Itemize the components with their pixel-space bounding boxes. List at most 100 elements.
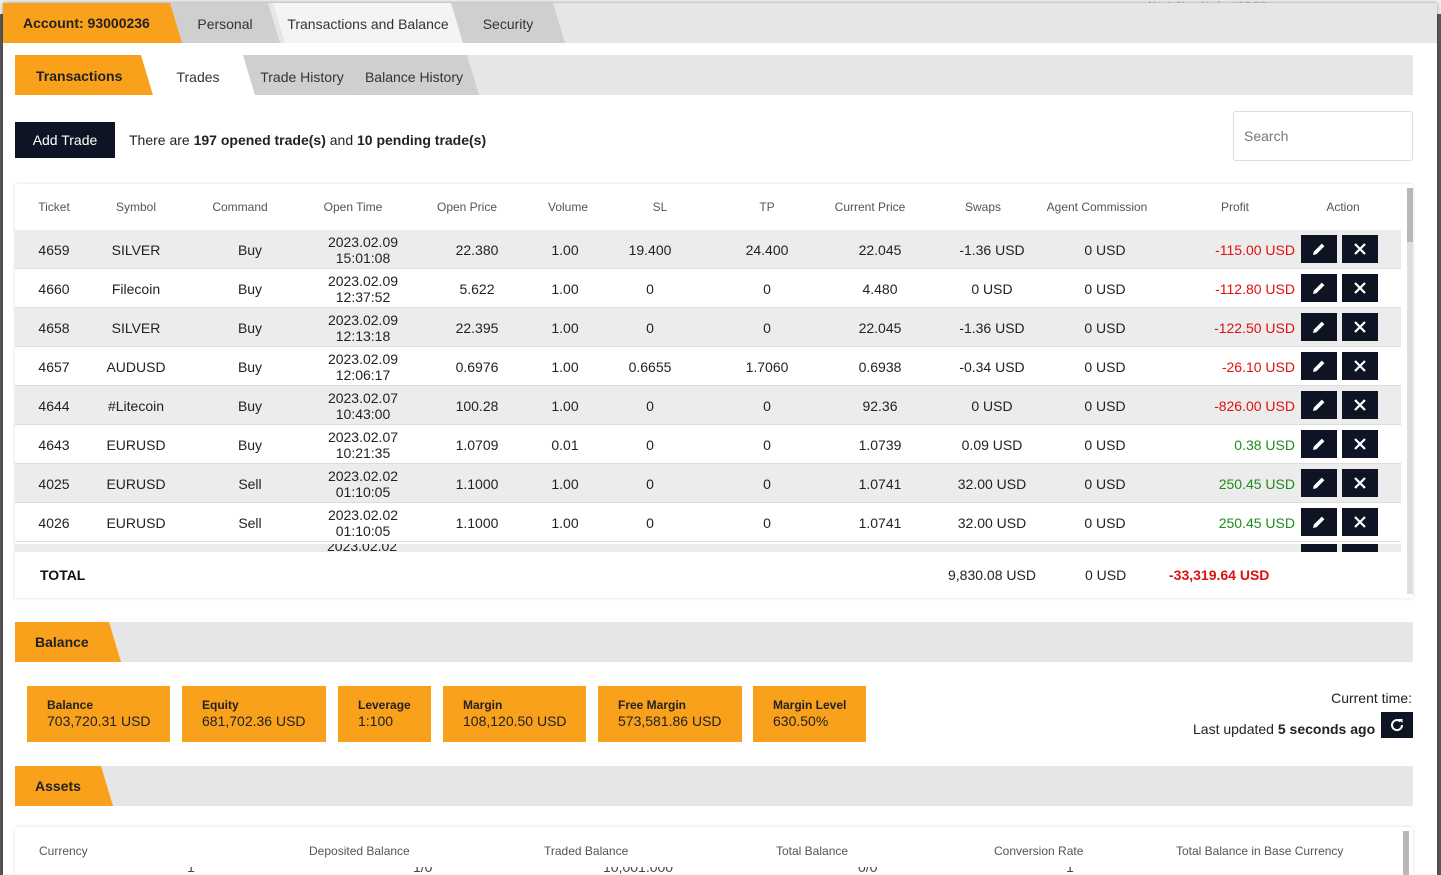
search-input[interactable] xyxy=(1233,111,1413,161)
cell-command: Sell xyxy=(238,475,262,492)
col-action[interactable]: Action xyxy=(1299,184,1387,230)
tab-personal[interactable]: Personal xyxy=(170,3,280,43)
open-time: 10:43:00 xyxy=(335,405,391,422)
cell-open-time: 2023.02.09 15:01:08 xyxy=(313,230,413,269)
delete-button-partial[interactable] xyxy=(1342,544,1378,552)
pencil-icon xyxy=(1313,477,1325,489)
delete-trade-button[interactable] xyxy=(1342,508,1378,536)
col-open-price[interactable]: Open Price xyxy=(415,184,519,230)
cell-sl: 0 xyxy=(646,475,654,492)
table-scrollbar[interactable] xyxy=(1407,188,1413,594)
delete-trade-button[interactable] xyxy=(1342,274,1378,302)
cell-tp: 0 xyxy=(763,475,771,492)
edit-trade-button[interactable] xyxy=(1301,274,1337,302)
col-profit[interactable]: Profit xyxy=(1175,184,1295,230)
cell-commission: 0 USD xyxy=(1084,241,1126,258)
col-current-price[interactable]: Current Price xyxy=(820,184,920,230)
cell-swaps: -0.34 USD xyxy=(959,358,1025,375)
cell-symbol: SILVER xyxy=(111,319,161,336)
cell-symbol: #Litecoin xyxy=(107,397,165,414)
leverage-card: Leverage 1:100 xyxy=(338,686,431,742)
margin-level-card: Margin Level 630.50% xyxy=(753,686,866,742)
tab-balance-history[interactable]: Balance History xyxy=(349,55,479,95)
edit-trade-button[interactable] xyxy=(1301,469,1337,497)
cell-current-price: 0.6938 xyxy=(858,358,902,375)
cell-tp: 0 xyxy=(763,280,771,297)
col-volume[interactable]: Volume xyxy=(525,184,611,230)
cell-tp: 0 xyxy=(763,436,771,453)
cell-symbol: EURUSD xyxy=(106,514,166,531)
col-tp[interactable]: TP xyxy=(715,184,819,230)
assets-partial-value: 1 xyxy=(1066,867,1074,875)
cell-sl: 0 xyxy=(646,436,654,453)
assets-section-header: Assets xyxy=(15,766,1413,806)
cell-open-time: 2023.02.07 10:43:00 xyxy=(313,386,413,425)
equity-card: Equity 681,702.36 USD xyxy=(182,686,326,742)
cell-ticket: 4644 xyxy=(38,397,70,414)
edit-trade-button[interactable] xyxy=(1301,430,1337,458)
cell-ticket: 4025 xyxy=(38,475,70,492)
edit-trade-button[interactable] xyxy=(1301,313,1337,341)
card-value: 1:100 xyxy=(358,713,394,729)
cell-symbol: SILVER xyxy=(111,241,161,258)
tab-security[interactable]: Security xyxy=(451,3,565,43)
open-time: 12:37:52 xyxy=(335,288,391,305)
edit-trade-button[interactable] xyxy=(1301,391,1337,419)
assets-scrollbar[interactable] xyxy=(1403,831,1409,875)
delete-trade-button[interactable] xyxy=(1342,352,1378,380)
col-agent-commission[interactable]: Agent Commission xyxy=(1045,184,1149,230)
edit-button-partial[interactable] xyxy=(1301,544,1337,552)
delete-trade-button[interactable] xyxy=(1342,430,1378,458)
col-symbol[interactable]: Symbol xyxy=(93,184,179,230)
col-open-time[interactable]: Open Time xyxy=(303,184,403,230)
col-ticket[interactable]: Ticket xyxy=(15,184,93,230)
delete-trade-button[interactable] xyxy=(1342,313,1378,341)
summary-mid: and xyxy=(329,132,354,148)
cell-ticket: 4026 xyxy=(38,514,70,531)
cell-swaps: 0 USD xyxy=(971,397,1013,414)
pencil-icon xyxy=(1313,360,1325,372)
open-date: 2023.02.09 xyxy=(327,272,399,289)
card-label: Balance xyxy=(47,698,94,712)
table-scrollbar-thumb[interactable] xyxy=(1407,188,1413,242)
cell-commission: 0 USD xyxy=(1084,280,1126,297)
close-icon xyxy=(1354,282,1366,294)
refresh-button[interactable] xyxy=(1381,712,1413,738)
tab-trade-history[interactable]: Trade History xyxy=(243,55,361,95)
edit-trade-button[interactable] xyxy=(1301,352,1337,380)
tab-transactions-and-balance[interactable]: Transactions and Balance xyxy=(273,3,463,43)
edit-trade-button[interactable] xyxy=(1301,235,1337,263)
col-swaps[interactable]: Swaps xyxy=(933,184,1033,230)
add-trade-button[interactable]: Add Trade xyxy=(15,122,115,158)
card-value: 703,720.31 USD xyxy=(47,713,151,729)
assets-col-traded-balance: Traded Balance xyxy=(544,844,629,858)
col-command[interactable]: Command xyxy=(193,184,287,230)
open-time: 12:06:17 xyxy=(335,366,391,383)
delete-trade-button[interactable] xyxy=(1342,235,1378,263)
summary-prefix: There are xyxy=(129,132,190,148)
col-sl[interactable]: SL xyxy=(610,184,710,230)
cell-profit: -122.50 USD xyxy=(1214,319,1295,336)
open-time: 01:10:05 xyxy=(335,483,391,500)
table-row: 4658 SILVER Buy 2023.02.09 12:13:18 22.395 1.0… xyxy=(15,308,1401,347)
tab-trades[interactable]: Trades xyxy=(141,55,255,95)
cell-swaps: 32.00 USD xyxy=(957,475,1027,492)
sub-tab-bar: Transactions Trades Trade History Balanc… xyxy=(15,55,1413,95)
open-date: 2023.02.07 xyxy=(327,428,399,445)
pencil-icon xyxy=(1313,282,1325,294)
table-header: Ticket Symbol Command Open Time Open Price Vo… xyxy=(15,184,1401,230)
balance-title: Balance xyxy=(15,622,121,662)
card-value: 681,702.36 USD xyxy=(202,713,306,729)
cell-volume: 1.00 xyxy=(551,358,579,375)
account-dialog: × Account: 93000236 Personal Transaction… xyxy=(3,3,1437,875)
cell-tp: 0 xyxy=(763,319,771,336)
edit-trade-button[interactable] xyxy=(1301,508,1337,536)
cell-command: Buy xyxy=(237,319,263,336)
balance-section-header: Balance xyxy=(15,622,1413,662)
card-label: Margin Level xyxy=(773,698,847,712)
cell-open-price: 5.622 xyxy=(459,280,495,297)
cell-sl: 0 xyxy=(646,397,654,414)
cell-ticket: 4659 xyxy=(38,241,70,258)
delete-trade-button[interactable] xyxy=(1342,469,1378,497)
delete-trade-button[interactable] xyxy=(1342,391,1378,419)
